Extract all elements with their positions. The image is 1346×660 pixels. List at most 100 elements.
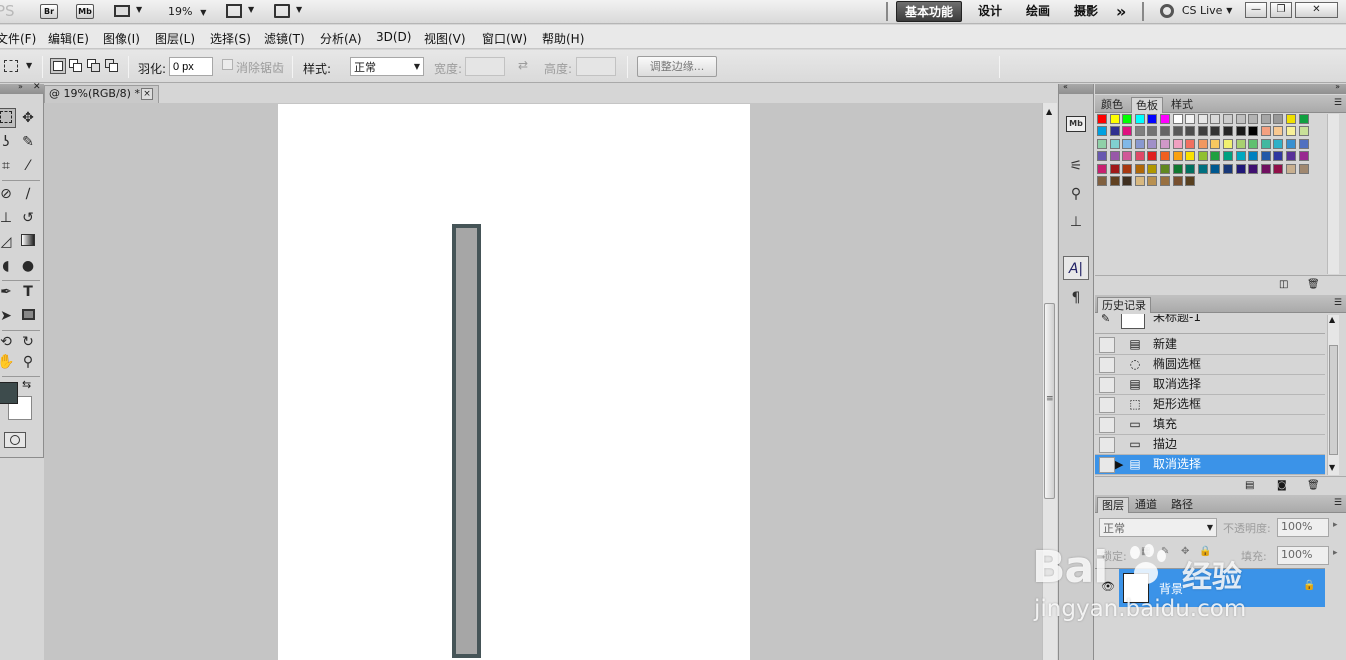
color-swatch[interactable] [1235,126,1246,137]
paragraph-panel-button[interactable]: ¶ [1063,286,1089,310]
minimize-button[interactable]: — [1245,2,1267,18]
color-swatch[interactable] [1134,114,1145,124]
menu-edit[interactable]: 编辑(E) [48,30,89,47]
color-swatch[interactable] [1109,163,1120,174]
color-swatch[interactable] [1097,138,1107,149]
history-item[interactable]: ◌ 椭圆选框 [1095,355,1325,375]
width-input[interactable] [465,57,505,76]
color-swatch[interactable] [1248,114,1259,124]
color-swatch[interactable] [1122,176,1133,186]
crop-tool[interactable]: ⌗ [0,156,16,176]
new-document-from-state-icon[interactable]: ▤ [1245,480,1254,491]
close-window-button[interactable]: ✕ [1295,2,1338,18]
color-swatch[interactable] [1134,176,1145,186]
launch-bridge-button[interactable]: Br [40,4,58,19]
dock-header[interactable]: « [1059,82,1093,94]
new-swatch-icon[interactable]: ◫ [1279,279,1288,290]
color-swatch[interactable] [1248,126,1259,137]
color-swatch[interactable] [1210,138,1221,149]
color-swatch[interactable] [1260,138,1271,149]
color-swatch[interactable] [1185,176,1196,186]
rect-marquee-tool[interactable] [0,108,16,128]
color-swatch[interactable] [1260,151,1271,162]
color-swatch[interactable] [1210,151,1221,162]
color-swatch[interactable] [1223,163,1233,174]
color-swatch[interactable] [1134,163,1145,174]
color-swatch[interactable] [1223,151,1233,162]
color-swatch[interactable] [1160,151,1170,162]
color-swatch[interactable] [1248,163,1259,174]
type-tool[interactable]: T [18,282,38,302]
color-swatch[interactable] [1109,114,1120,124]
workspace-painting-button[interactable]: 绘画 [1018,1,1058,22]
color-swatch[interactable] [1122,151,1133,162]
tab-history[interactable]: 历史记录 [1097,297,1151,313]
color-swatch[interactable] [1235,151,1246,162]
scroll-down-icon[interactable]: ▼ [1329,463,1335,472]
color-swatch[interactable] [1286,163,1296,174]
color-swatch[interactable] [1260,163,1271,174]
color-swatch[interactable] [1122,138,1133,149]
color-swatch[interactable] [1298,126,1309,137]
menu-window[interactable]: 窗口(W) [482,30,527,47]
tab-layers[interactable]: 图层 [1097,497,1129,513]
tool-preset-picker[interactable]: ▼ [4,59,34,75]
history-item[interactable]: ▭ 填充 [1095,415,1325,435]
color-swatch[interactable] [1172,176,1183,186]
color-swatch[interactable] [1185,151,1196,162]
tab-color[interactable]: 颜色 [1097,97,1127,113]
color-swatch[interactable] [1235,114,1246,124]
history-brush-tool[interactable]: ↺ [18,208,38,228]
color-swatch[interactable] [1273,138,1284,149]
history-scrollbar[interactable]: ▲ ▼ [1327,315,1339,475]
eyedropper-tool[interactable]: ⁄ [18,156,38,176]
zoom-tool[interactable]: ⚲ [18,352,38,372]
color-swatch[interactable] [1260,126,1271,137]
adjustments-panel-button[interactable]: ⚟ [1063,154,1089,178]
history-brush-source-checkbox[interactable] [1099,417,1115,433]
workspace-essentials-button[interactable]: 基本功能 [896,1,963,22]
camera-icon[interactable]: ◙ [1277,480,1287,491]
foreground-color-swatch[interactable] [0,382,18,404]
color-swatch[interactable] [1122,163,1133,174]
color-swatch[interactable] [1122,114,1133,124]
color-swatch[interactable] [1160,176,1170,186]
color-swatch[interactable] [1260,114,1271,124]
color-swatch[interactable] [1134,138,1145,149]
workspace-photography-button[interactable]: 摄影 [1066,1,1106,22]
restore-button[interactable]: ❐ [1270,2,1292,18]
color-swatch[interactable] [1172,151,1183,162]
history-brush-source-checkbox[interactable] [1099,397,1115,413]
document-canvas[interactable] [278,104,750,660]
chevron-right-icon[interactable]: ▸ [1333,520,1338,530]
screen-mode-dropdown[interactable]: ▼ [274,3,306,19]
eraser-tool[interactable]: ◿ [0,232,16,252]
color-swatch[interactable] [1172,138,1183,149]
hand-tool[interactable]: ✋ [0,352,16,372]
color-swatch[interactable] [1160,138,1170,149]
masks-panel-button[interactable]: ⚲ [1063,182,1089,206]
antialias-checkbox[interactable] [222,59,233,70]
panel-dock-header[interactable]: » [1095,82,1346,94]
color-swatch[interactable] [1210,114,1221,124]
color-swatch[interactable] [1273,163,1284,174]
menu-select[interactable]: 选择(S) [210,30,251,47]
tab-styles[interactable]: 样式 [1167,97,1197,113]
history-brush-source-icon[interactable]: ✎ [1101,314,1110,325]
clone-source-panel-button[interactable]: ⊥ [1063,210,1089,234]
dodge-tool[interactable]: ● [18,256,38,276]
color-swatch[interactable] [1097,114,1107,124]
color-swatch[interactable] [1160,163,1170,174]
healing-brush-tool[interactable]: ⊘ [0,184,16,204]
menu-file[interactable]: 文件(F) [0,30,36,47]
color-swatch[interactable] [1097,126,1107,137]
scrollbar-thumb[interactable]: ≡ [1044,303,1055,499]
color-swatch[interactable] [1298,163,1309,174]
color-swatch[interactable] [1298,138,1309,149]
color-swatch[interactable] [1298,114,1309,124]
history-item[interactable]: ▶ ▤ 取消选择 [1095,455,1325,475]
menu-view[interactable]: 视图(V) [424,30,466,47]
tab-channels[interactable]: 通道 [1131,497,1161,513]
color-swatch[interactable] [1147,176,1158,186]
history-item[interactable]: ▤ 新建 [1095,335,1325,355]
